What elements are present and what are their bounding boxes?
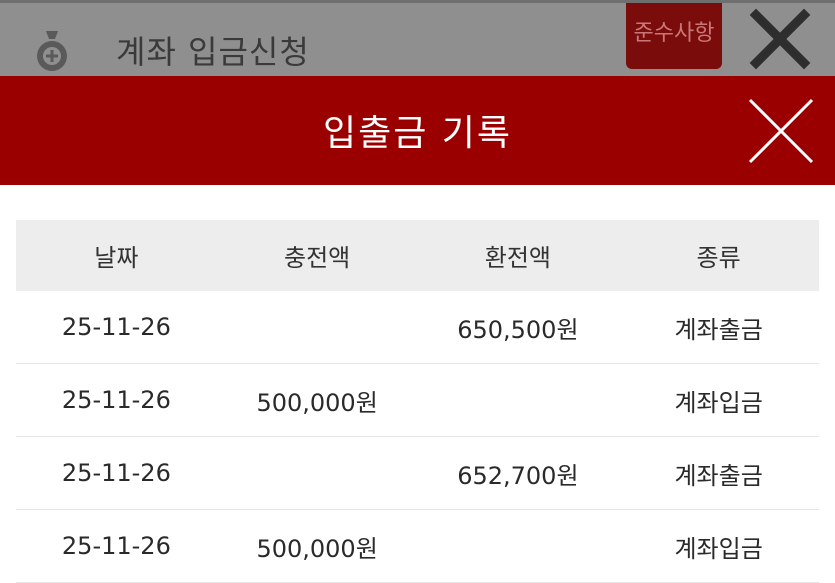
table-row: 25-11-26 652,700원 계좌출금 <box>16 436 819 510</box>
column-header-exchange: 환전액 <box>417 220 619 291</box>
cell-exchange: 650,500원 <box>417 291 619 364</box>
cell-type: 계좌출금 <box>618 436 819 510</box>
modal-title: 입출금 기록 <box>322 113 513 154</box>
table-row: 25-11-26 500,000원 계좌입금 <box>16 509 819 583</box>
cell-type: 계좌입금 <box>618 363 819 437</box>
column-header-type: 종류 <box>618 220 819 291</box>
cell-date: 25-11-26 <box>16 436 217 510</box>
transaction-table: 날짜 충전액 환전액 종류 25-11-26 650,500원 계좌출금 25-… <box>16 220 819 583</box>
cell-exchange <box>417 509 619 583</box>
modal-close-icon[interactable] <box>746 96 816 166</box>
notice-button[interactable]: 준수사항 <box>626 3 722 69</box>
cell-exchange <box>417 363 619 437</box>
cell-exchange: 652,700원 <box>417 436 619 510</box>
cell-charge: 500,000원 <box>216 509 418 583</box>
background-page-title: 계좌 입금신청 <box>116 33 310 71</box>
column-header-charge: 충전액 <box>216 220 418 291</box>
table-header-row: 날짜 충전액 환전액 종류 <box>16 220 819 291</box>
background-header: 계좌 입금신청 준수사항 <box>0 0 835 76</box>
modal-header: 입출금 기록 <box>0 76 835 185</box>
money-bag-icon <box>37 31 67 71</box>
table-row: 25-11-26 650,500원 계좌출금 <box>16 291 819 364</box>
cell-date: 25-11-26 <box>16 509 217 583</box>
table-row: 25-11-26 500,000원 계좌입금 <box>16 363 819 437</box>
cell-date: 25-11-26 <box>16 363 217 437</box>
cell-charge: 500,000원 <box>216 363 418 437</box>
cell-charge <box>216 436 418 510</box>
transaction-history-modal: 입출금 기록 날짜 충전액 환전액 종류 25-11-26 650,500원 계… <box>0 76 835 583</box>
cell-date: 25-11-26 <box>16 291 217 364</box>
column-header-date: 날짜 <box>16 220 217 291</box>
cell-type: 계좌출금 <box>618 291 819 364</box>
cell-type: 계좌입금 <box>618 509 819 583</box>
cell-charge <box>216 291 418 364</box>
close-icon[interactable] <box>748 7 812 71</box>
